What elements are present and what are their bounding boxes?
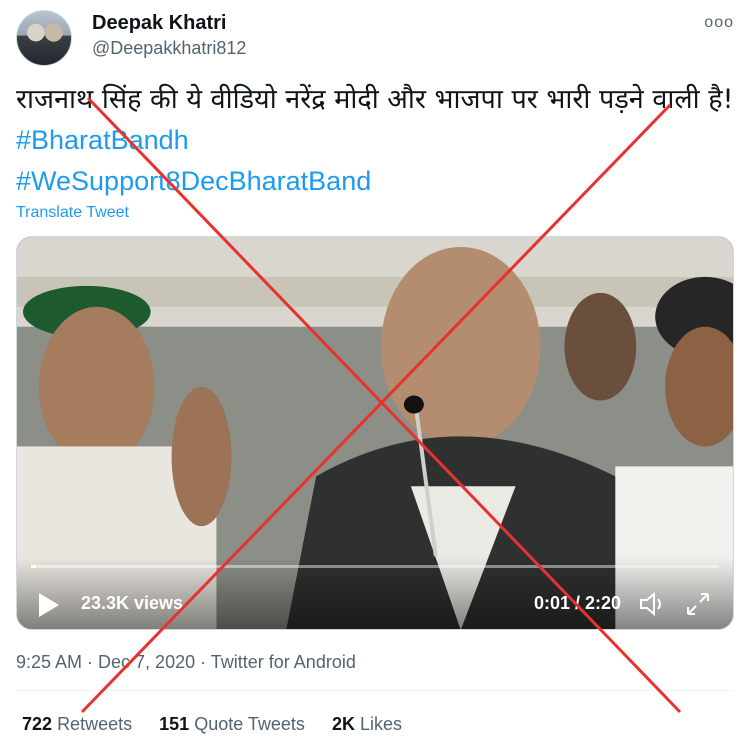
video-player[interactable]: 23.3K views 0:01 / 2:20 [16, 236, 734, 630]
tweet-text: राजनाथ सिंह की ये वीडियो नरेंद्र मोदी और… [16, 80, 734, 202]
translate-tweet-link[interactable]: Translate Tweet [16, 204, 129, 222]
video-progress-bar[interactable] [31, 565, 719, 568]
video-time: 0:01 / 2:20 [533, 593, 621, 613]
tweet-header: Deepak Khatri @Deepakkhatri812 ooo [16, 10, 734, 66]
video-progress-fill [31, 565, 36, 568]
tweet-body: राजनाथ सिंह की ये वीडियो नरेंद्र मोदी और… [16, 84, 734, 115]
retweets-stat[interactable]: 722 Retweets [22, 714, 132, 734]
fullscreen-icon[interactable] [683, 589, 713, 619]
likes-stat[interactable]: 2K Likes [332, 714, 402, 734]
likes-count: 2K [331, 714, 355, 734]
divider [16, 690, 734, 691]
user-handle[interactable]: @Deepakkhatri812 [92, 38, 246, 59]
hashtag-bharatbandh[interactable]: #BharatBandh [16, 125, 189, 155]
display-name[interactable]: Deepak Khatri [92, 12, 227, 35]
quote-tweets-stat[interactable]: 151 Quote Tweets [159, 714, 305, 734]
hashtag-wesupport[interactable]: #WeSupport8DecBharatBand [16, 166, 371, 196]
retweets-count: 722 [22, 714, 53, 734]
play-icon[interactable] [39, 593, 59, 617]
likes-label: Likes [359, 714, 402, 734]
quotes-count: 151 [159, 714, 190, 734]
tweet-stats: 722 Retweets 151 Quote Tweets 2K Likes [22, 714, 424, 735]
tweet-timestamp[interactable]: 9:25 AM · Dec 7, 2020 · Twitter for Andr… [16, 652, 356, 673]
retweets-label: Retweets [57, 714, 133, 734]
volume-icon[interactable] [637, 589, 667, 619]
more-icon[interactable]: ooo [704, 14, 734, 32]
video-views: 23.3K views [81, 593, 184, 613]
quotes-label: Quote Tweets [194, 714, 305, 734]
avatar[interactable] [16, 10, 72, 66]
